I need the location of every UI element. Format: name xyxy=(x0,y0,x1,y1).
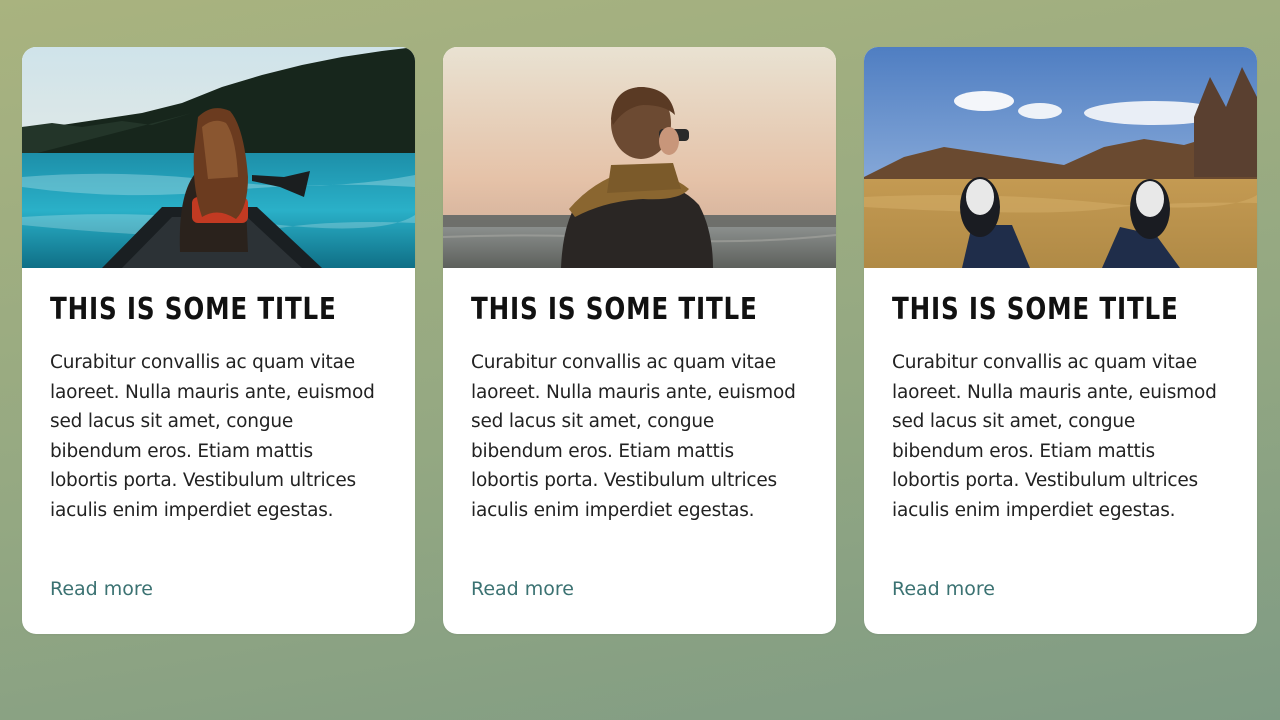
canoe-lake-image xyxy=(22,47,415,268)
card-grid: THIS IS SOME TITLE Curabitur convallis a… xyxy=(22,47,1257,634)
card-title: THIS IS SOME TITLE xyxy=(50,292,337,327)
card: THIS IS SOME TITLE Curabitur convallis a… xyxy=(22,47,415,634)
card-text: Curabitur convallis ac quam vitae laoree… xyxy=(50,352,375,521)
card-title: THIS IS SOME TITLE xyxy=(471,292,758,327)
person-sunset-image xyxy=(443,47,836,268)
read-more-link[interactable]: Read more xyxy=(50,578,153,600)
card-text: Curabitur convallis ac quam vitae laoree… xyxy=(471,352,796,521)
card: THIS IS SOME TITLE Curabitur convallis a… xyxy=(864,47,1257,634)
sneakers-field-image xyxy=(864,47,1257,268)
card-text: Curabitur convallis ac quam vitae laoree… xyxy=(892,352,1217,521)
read-more-link[interactable]: Read more xyxy=(471,578,574,600)
read-more-link[interactable]: Read more xyxy=(892,578,995,600)
card: THIS IS SOME TITLE Curabitur convallis a… xyxy=(443,47,836,634)
card-title: THIS IS SOME TITLE xyxy=(892,292,1179,327)
